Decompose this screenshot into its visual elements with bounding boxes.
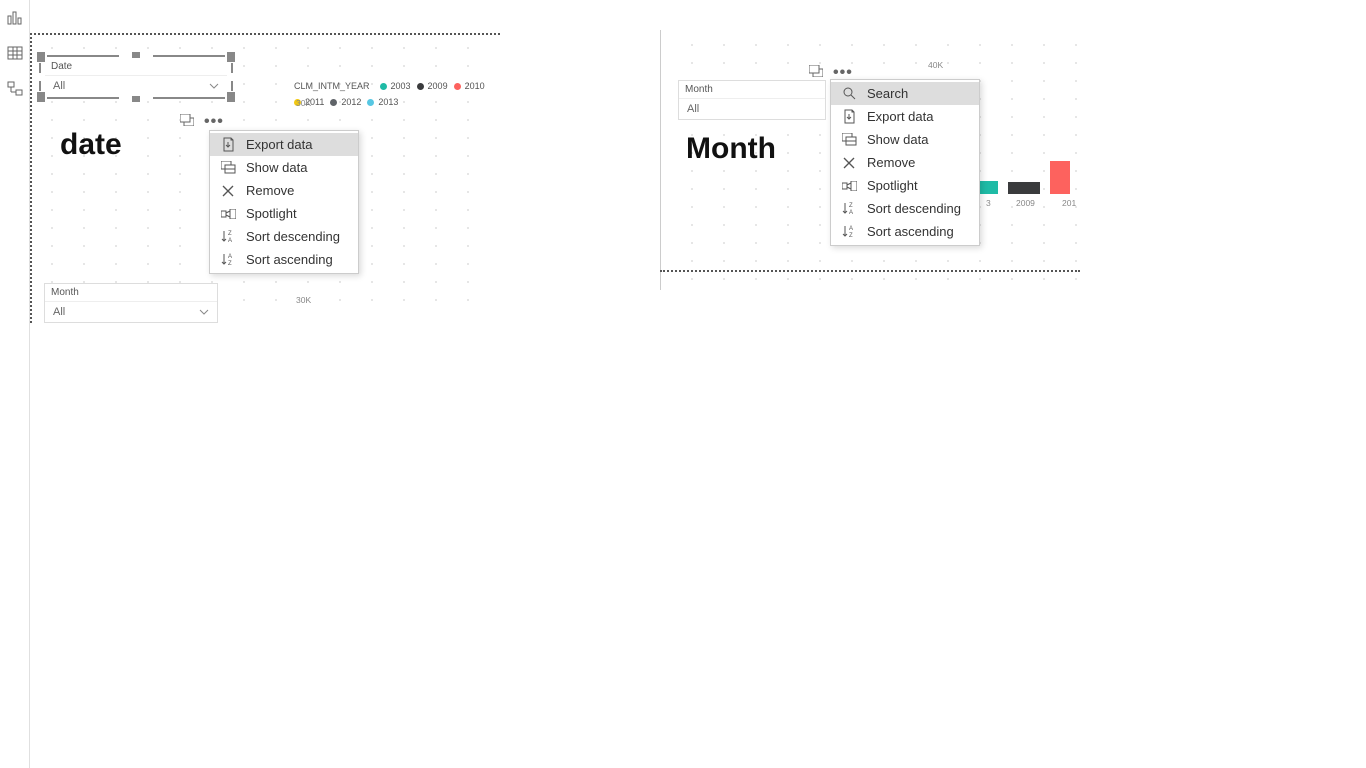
slicer-month-value: All [53, 306, 65, 318]
menu-sort-descending[interactable]: ZA Sort descending [831, 197, 979, 220]
menu-export-data[interactable]: Export data [831, 105, 979, 128]
remove-icon [841, 157, 857, 169]
search-icon [841, 87, 857, 100]
bar-2003[interactable] [980, 181, 998, 194]
more-options-icon[interactable]: ••• [833, 70, 853, 76]
sort-desc-icon: ZA [841, 202, 857, 215]
spotlight-icon [841, 181, 857, 191]
export-icon [220, 137, 236, 152]
chart-bars [980, 160, 1070, 194]
legend-item-2009[interactable]: 2009 [417, 81, 448, 91]
bar-label-b: 2009 [1016, 198, 1035, 208]
menu-spotlight[interactable]: Spotlight [831, 174, 979, 197]
menu-remove[interactable]: Remove [831, 151, 979, 174]
legend-item-2013[interactable]: 2013 [367, 97, 398, 107]
svg-text:Z: Z [849, 203, 853, 209]
slicer-date-selection[interactable]: Date All [39, 55, 233, 99]
slicer-month-field: Month [679, 81, 825, 99]
sort-asc-icon: AZ [220, 253, 236, 266]
sort-asc-icon: AZ [841, 225, 857, 238]
menu-remove[interactable]: Remove [210, 179, 358, 202]
legend-item-2003[interactable]: 2003 [380, 81, 411, 91]
legend-item-2012[interactable]: 2012 [330, 97, 361, 107]
spotlight-icon [220, 209, 236, 219]
slicer-month-left[interactable]: Month All [44, 283, 218, 323]
bar-label-a: 3 [986, 198, 991, 208]
report-canvas-left: Date All ••• date CLM_INTM_YEAR 2003 200… [30, 33, 500, 323]
menu-spotlight[interactable]: Spotlight [210, 202, 358, 225]
menu-export-data[interactable]: Export data [210, 133, 358, 156]
panel-divider [660, 30, 661, 290]
title-date: date [60, 128, 122, 162]
slicer-month-dropdown[interactable]: All [679, 99, 825, 119]
chevron-down-icon [209, 81, 219, 91]
menu-show-data[interactable]: Show data [831, 128, 979, 151]
slicer-month-right[interactable]: Month All [678, 80, 826, 120]
menu-sort-ascending[interactable]: AZ Sort ascending [210, 248, 358, 271]
bar-201x[interactable] [1050, 161, 1070, 194]
menu-search[interactable]: Search [831, 82, 979, 105]
visual-header-left: ••• [180, 113, 224, 131]
report-canvas-right: Month All ••• Month 40K 3 2009 201 Searc… [660, 30, 1090, 290]
bar-label-c: 201 [1062, 198, 1076, 208]
slicer-date[interactable]: Date All [45, 58, 227, 96]
model-icon [7, 81, 23, 97]
report-view-button[interactable] [4, 6, 26, 28]
remove-icon [220, 185, 236, 197]
table-icon [7, 45, 23, 61]
more-options-icon[interactable]: ••• [204, 119, 224, 125]
export-icon [841, 109, 857, 124]
focus-mode-icon[interactable] [809, 64, 823, 82]
chart-legend: CLM_INTM_YEAR 2003 2009 2010 2011 2012 2… [294, 81, 500, 107]
slicer-month-value: All [687, 103, 699, 115]
chevron-down-icon [199, 307, 209, 317]
svg-text:Z: Z [228, 231, 232, 237]
y-axis-30k-b: 30K [296, 295, 311, 305]
model-view-button[interactable] [4, 78, 26, 100]
context-menu-right: Search Export data Show data Remove Spot… [830, 79, 980, 246]
legend-item-2010[interactable]: 2010 [454, 81, 485, 91]
menu-sort-ascending[interactable]: AZ Sort ascending [831, 220, 979, 243]
focus-mode-icon[interactable] [180, 113, 194, 131]
bar-2009[interactable] [1008, 182, 1040, 194]
menu-show-data[interactable]: Show data [210, 156, 358, 179]
slicer-month-field: Month [45, 284, 217, 302]
slicer-date-field: Date [45, 58, 227, 76]
show-data-icon [220, 161, 236, 174]
title-month: Month [686, 132, 776, 166]
svg-text:A: A [228, 238, 232, 243]
canvas-border-bottom [660, 270, 1080, 284]
slicer-date-dropdown[interactable]: All [45, 76, 227, 96]
svg-text:Z: Z [228, 261, 232, 266]
legend-title: CLM_INTM_YEAR [294, 81, 370, 91]
slicer-month-dropdown[interactable]: All [45, 302, 217, 322]
svg-text:A: A [228, 254, 232, 260]
slicer-date-value: All [53, 80, 65, 92]
y-axis-40k: 40K [928, 60, 943, 70]
show-data-icon [841, 133, 857, 146]
menu-sort-descending[interactable]: ZA Sort descending [210, 225, 358, 248]
svg-text:A: A [849, 226, 853, 232]
data-view-button[interactable] [4, 42, 26, 64]
svg-text:A: A [849, 210, 853, 215]
bar-chart-icon [7, 9, 23, 25]
view-rail [0, 0, 30, 768]
y-axis-30k: 30K [296, 98, 311, 108]
context-menu-left: Export data Show data Remove Spotlight Z… [209, 130, 359, 274]
sort-desc-icon: ZA [220, 230, 236, 243]
svg-text:Z: Z [849, 233, 853, 238]
